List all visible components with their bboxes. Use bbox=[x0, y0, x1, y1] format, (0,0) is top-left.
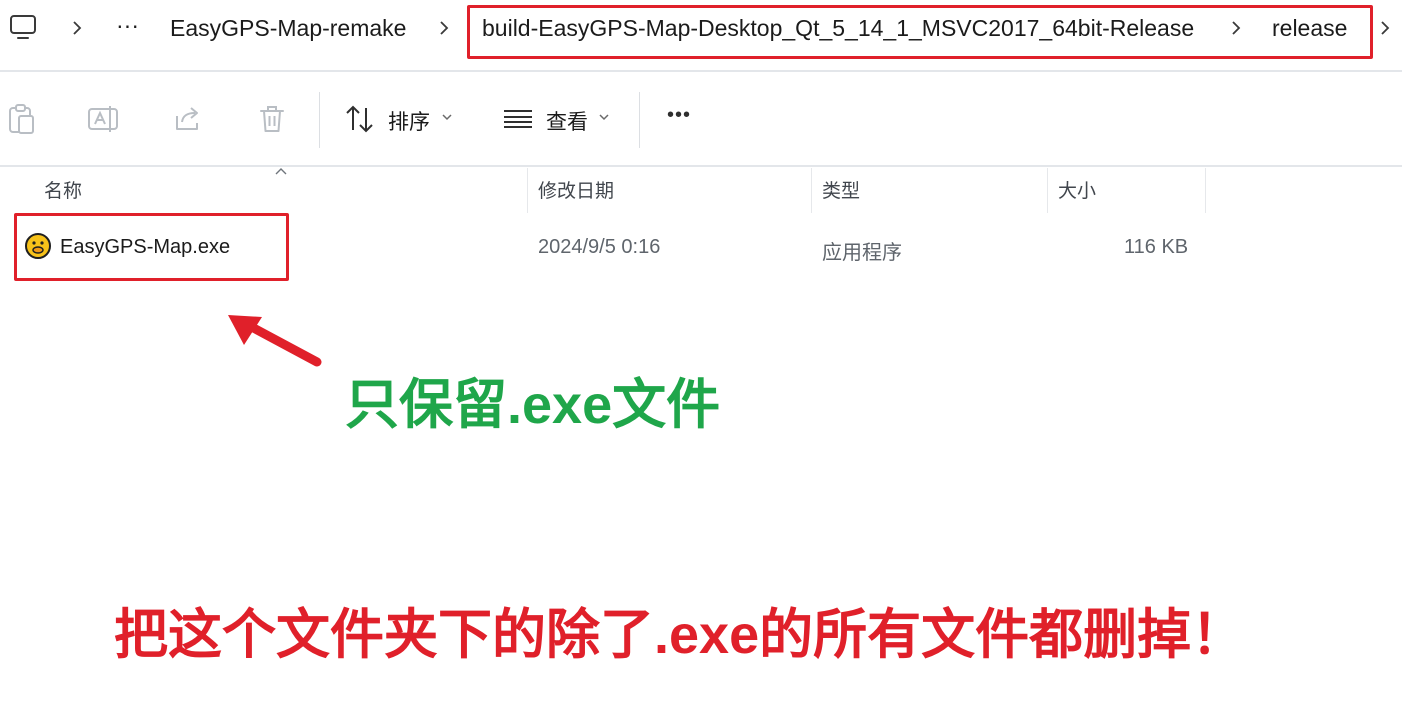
column-header-type[interactable]: 类型 bbox=[822, 176, 860, 203]
breadcrumb-item-remake[interactable]: EasyGPS-Map-remake bbox=[170, 15, 406, 42]
file-size: 116 KB bbox=[1124, 236, 1189, 258]
breadcrumb-item-build[interactable]: build-EasyGPS-Map-Desktop_Qt_5_14_1_MSVC… bbox=[482, 15, 1194, 42]
file-highlight-box bbox=[14, 213, 289, 281]
sort-button[interactable]: 排序 bbox=[340, 72, 460, 166]
column-header-size[interactable]: 大小 bbox=[1058, 176, 1096, 203]
chevron-down-icon bbox=[442, 114, 452, 121]
sort-ascending-caret-icon bbox=[275, 168, 287, 175]
command-bar: 排序 查看 ••• bbox=[0, 72, 1402, 166]
file-type: 应用程序 bbox=[822, 242, 902, 264]
toolbar-divider bbox=[0, 165, 1402, 167]
sort-icon bbox=[346, 105, 373, 133]
delete-instruction-note: 把这个文件夹下的除了.exe的所有文件都删掉！ bbox=[114, 605, 1246, 665]
column-separator[interactable] bbox=[1047, 168, 1048, 213]
sort-label: 排序 bbox=[388, 111, 430, 134]
computer-icon[interactable] bbox=[8, 14, 38, 42]
column-header-name[interactable]: 名称 bbox=[44, 176, 82, 203]
column-separator[interactable] bbox=[1205, 168, 1206, 213]
paste-icon[interactable] bbox=[4, 102, 38, 136]
address-bar: ··· EasyGPS-Map-remake build-EasyGPS-Map… bbox=[0, 0, 1402, 59]
chevron-right-icon[interactable] bbox=[70, 18, 84, 38]
breadcrumb-overflow[interactable]: ··· bbox=[116, 12, 139, 39]
share-icon[interactable] bbox=[171, 102, 205, 136]
view-label: 查看 bbox=[546, 111, 588, 134]
file-modified: 2024/9/5 0:16 bbox=[538, 236, 661, 258]
keep-exe-note: 只保留.exe文件 bbox=[345, 375, 721, 435]
more-options-button[interactable]: ••• bbox=[667, 104, 691, 127]
chevron-down-icon bbox=[599, 114, 609, 121]
column-separator[interactable] bbox=[811, 168, 812, 213]
rename-icon[interactable] bbox=[86, 102, 120, 136]
view-button[interactable]: 查看 bbox=[498, 72, 618, 166]
chevron-right-icon[interactable] bbox=[1378, 18, 1392, 38]
delete-icon[interactable] bbox=[255, 102, 289, 136]
toolbar-separator bbox=[319, 92, 320, 148]
view-list-icon bbox=[504, 110, 532, 128]
red-arrow-icon bbox=[228, 315, 322, 367]
column-separator[interactable] bbox=[527, 168, 528, 213]
toolbar-separator bbox=[639, 92, 640, 148]
column-header-modified[interactable]: 修改日期 bbox=[538, 176, 614, 203]
chevron-right-icon[interactable] bbox=[437, 18, 451, 38]
breadcrumb-item-release[interactable]: release bbox=[1272, 15, 1347, 42]
chevron-right-icon[interactable] bbox=[1229, 18, 1243, 38]
